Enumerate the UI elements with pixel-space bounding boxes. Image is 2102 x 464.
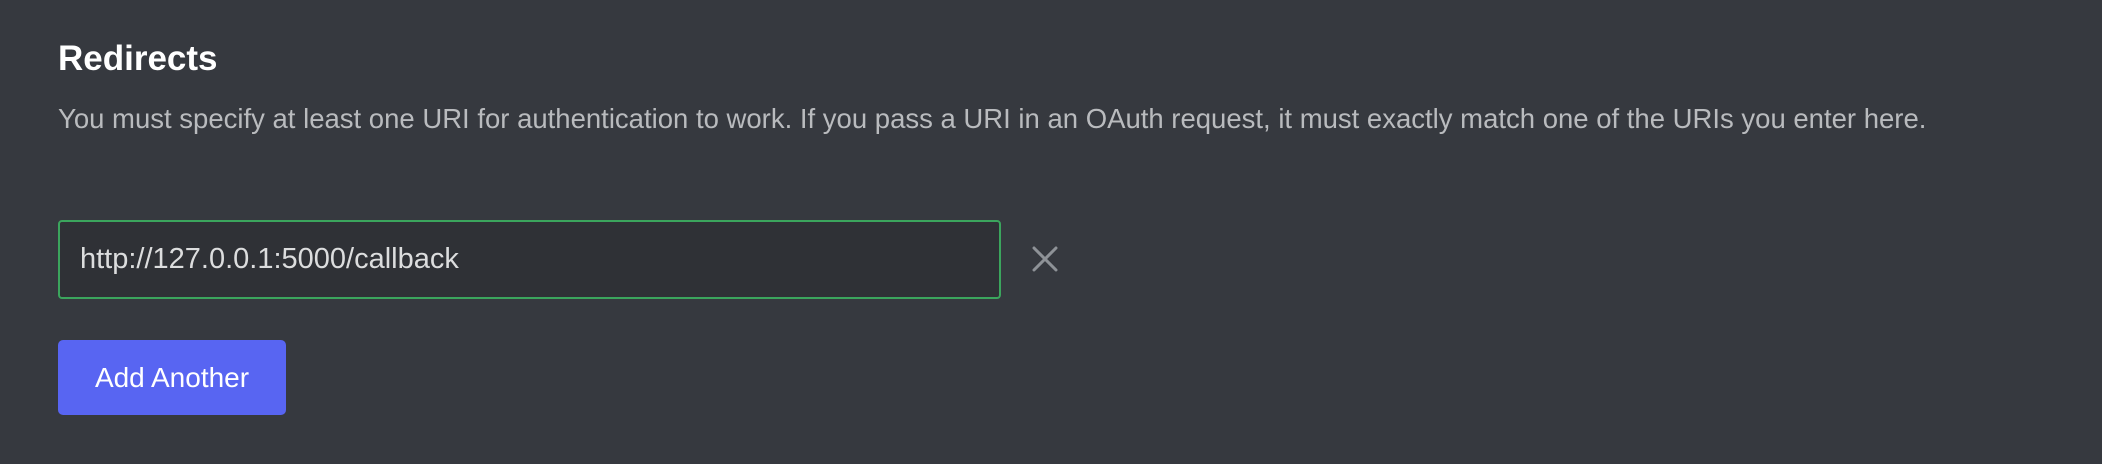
add-another-button[interactable]: Add Another xyxy=(58,340,286,415)
section-description: You must specify at least one URI for au… xyxy=(58,103,1927,134)
remove-uri-button[interactable] xyxy=(1021,235,1069,283)
section-title: Redirects xyxy=(58,39,218,78)
close-icon xyxy=(1032,246,1058,272)
redirect-uri-input[interactable] xyxy=(58,220,1001,299)
redirect-uri-row xyxy=(58,220,1058,299)
